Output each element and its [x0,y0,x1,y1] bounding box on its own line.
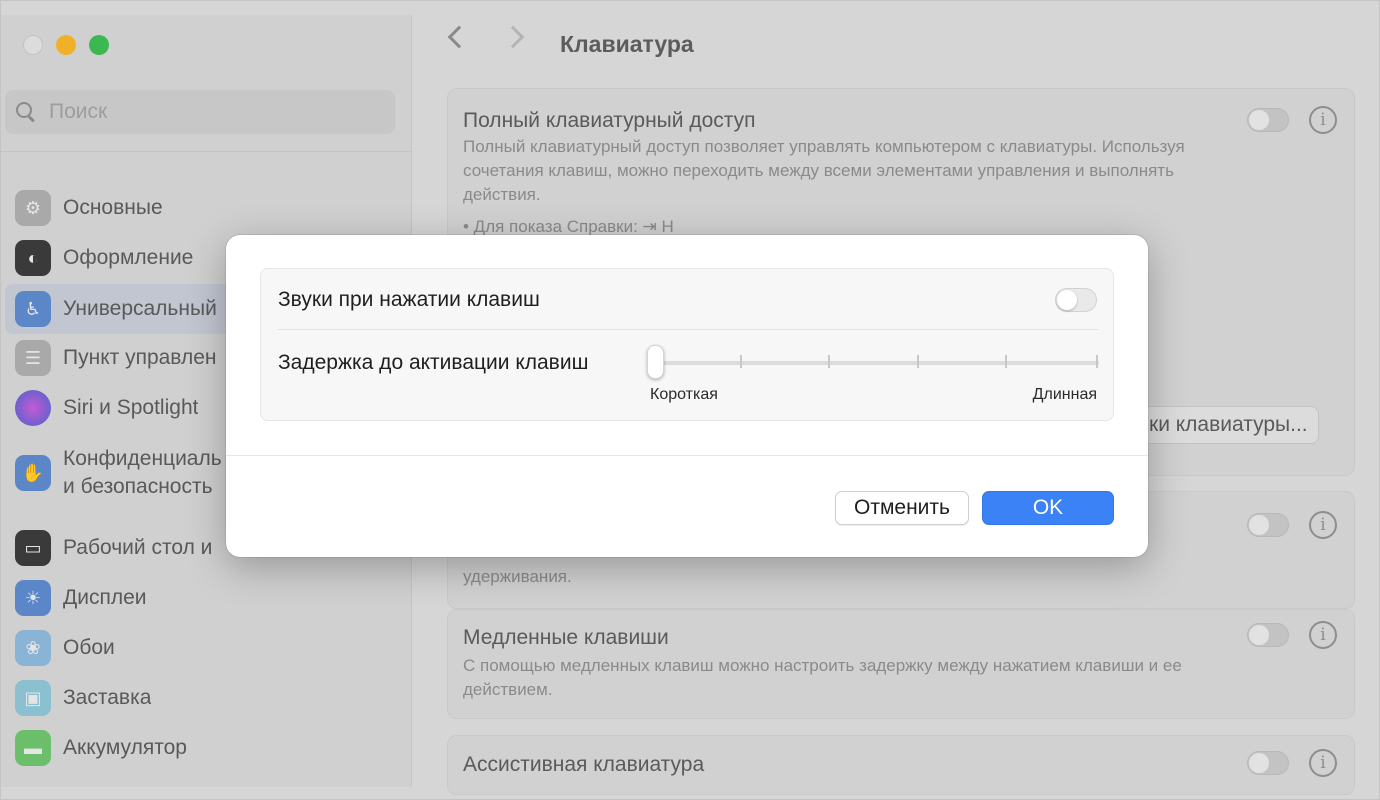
sidebar-item-general[interactable]: ⚙ Основные [15,190,415,226]
setting-title: Ассистивная клавиатура [463,753,705,776]
setting-description: Полный клавиатурный доступ позволяет упр… [463,137,1185,204]
sidebar-item-label: Рабочий стол и [63,536,213,559]
maximize-window-button[interactable] [89,35,109,55]
back-chevron-icon[interactable] [447,25,471,49]
assistive-keyboard-toggle[interactable] [1247,751,1289,775]
page-title: Клавиатура [560,31,694,57]
key-sounds-toggle[interactable] [1055,288,1097,312]
sidebar-divider [1,151,412,152]
settings-card-assistive-keyboard: Ассистивная клавиатура i [447,735,1355,795]
info-icon[interactable]: i [1309,749,1337,777]
battery-icon: ▬ [15,730,51,766]
minimize-window-button[interactable] [56,35,76,55]
sidebar-item-displays[interactable]: ☀ Дисплеи [15,580,415,616]
search-input[interactable]: Поиск [49,100,107,124]
search-icon [15,101,37,123]
sidebar-item-label: Основные [63,196,163,219]
siri-icon [15,390,51,426]
slow-keys-toggle[interactable] [1247,623,1289,647]
sidebar-item-label: Дисплеи [63,586,147,609]
info-icon[interactable]: i [1309,106,1337,134]
acceptance-delay-slider[interactable] [653,361,1099,365]
slider-knob[interactable] [647,345,664,379]
sidebar-item-wallpaper[interactable]: ❀ Обои [15,630,415,666]
sticky-keys-toggle[interactable] [1247,513,1289,537]
privacy-hand-icon: ✋ [15,455,51,491]
slider-tick [917,355,919,368]
sidebar-item-label: Заставка [63,686,152,709]
slider-max-label: Длинная [1032,386,1097,403]
search-field[interactable]: Поиск [5,90,395,134]
options-group: Звуки при нажатии клавиш Задержка до акт… [260,268,1114,421]
acceptance-delay-label: Задержка до активации клавиш [278,351,589,374]
row-divider [278,329,1098,330]
sidebar-item-screensaver[interactable]: ▣ Заставка [15,680,415,716]
sidebar-item-label: Siri и Spotlight [63,396,199,419]
info-icon[interactable]: i [1309,511,1337,539]
sheet-divider [226,455,1148,456]
slow-keys-options-sheet: Звуки при нажатии клавиш Задержка до акт… [226,235,1148,557]
slider-tick [828,355,830,368]
slider-min-label: Короткая [650,386,718,403]
display-icon: ☀ [15,580,51,616]
key-sounds-label: Звуки при нажатии клавиш [278,288,540,311]
ok-button[interactable]: OK [982,491,1114,525]
wallpaper-icon: ❀ [15,630,51,666]
full-keyboard-access-toggle[interactable] [1247,108,1289,132]
screensaver-icon: ▣ [15,680,51,716]
sidebar-item-label: Обои [63,636,115,659]
control-center-icon: ☰ [15,340,51,376]
window-controls [23,35,109,55]
accessibility-icon: ♿ [15,291,51,327]
info-icon[interactable]: i [1309,621,1337,649]
sidebar-item-label: Аккумулятор [63,736,187,759]
sidebar-item-battery[interactable]: ▬ Аккумулятор [15,730,415,766]
slider-tick [1096,355,1098,368]
settings-card-slow-keys: Медленные клавиши С помощью медленных кл… [447,609,1355,719]
setting-title: Медленные клавиши [463,626,669,649]
navigation-buttons [445,25,525,49]
close-window-button[interactable] [23,35,43,55]
sidebar-item-label: Конфиденциаль и безопасность [63,447,222,498]
setting-description: удерживания. [463,567,572,586]
forward-chevron-icon[interactable] [501,25,525,49]
setting-description: С помощью медленных клавиш можно настрои… [463,656,1182,699]
setting-title: Полный клавиатурный доступ [463,109,756,132]
sidebar-item-label: Универсальный [63,297,217,320]
cancel-button[interactable]: Отменить [835,491,969,525]
sidebar-item-label: Оформление [63,246,194,269]
keyboard-settings-button[interactable]: ки клавиатуры... [1138,406,1319,444]
desktop-icon: ▭ [15,530,51,566]
gear-icon: ⚙ [15,190,51,226]
slider-tick [740,355,742,368]
sidebar-item-label: Пункт управлен [63,346,217,369]
slider-tick [1005,355,1007,368]
appearance-icon: ◐ [15,240,51,276]
